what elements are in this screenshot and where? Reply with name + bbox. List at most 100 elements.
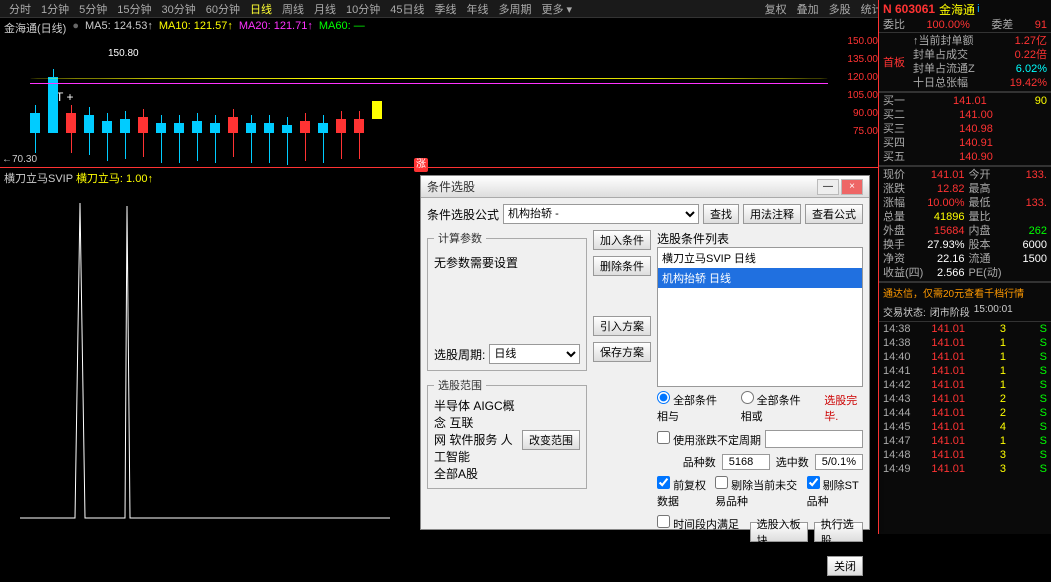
seal-float-val: 6.02% bbox=[1016, 62, 1047, 76]
stock-code[interactable]: N 603061 bbox=[883, 2, 935, 16]
zl-val: 41896 bbox=[924, 210, 965, 224]
zl-lab: 总量 bbox=[883, 210, 924, 224]
tick-flag: S bbox=[1006, 392, 1047, 406]
bid5-price: 140.90 bbox=[959, 150, 993, 164]
tab-day[interactable]: 日线 bbox=[245, 1, 277, 17]
tick-qty: 3 bbox=[965, 322, 1006, 336]
seal-ratio-val: 0.22倍 bbox=[1015, 48, 1047, 62]
execute-button[interactable]: 执行选股 bbox=[814, 522, 863, 542]
status-val: 闭市阶段 bbox=[930, 304, 970, 319]
scope-text: 半导体 AIGC概念 互联 bbox=[434, 397, 518, 431]
tick-time: 14:45 bbox=[883, 420, 924, 434]
view-formula-button[interactable]: 查看公式 bbox=[805, 204, 863, 224]
zhang-icon: 涨 bbox=[414, 158, 428, 172]
condition-select-dialog: 条件选股 — × 条件选股公式 机构抬轿 - 查找 用法注释 查看公式 计算参数… bbox=[420, 175, 870, 530]
tab-quarter[interactable]: 季线 bbox=[430, 1, 462, 17]
tick-time: 14:48 bbox=[883, 448, 924, 462]
to-block-button[interactable]: 选股入板块 bbox=[750, 522, 808, 542]
tab-multi[interactable]: 多周期 bbox=[494, 1, 537, 17]
chk-uncertain-period[interactable]: 使用涨跌不定周期 bbox=[657, 431, 761, 448]
close-button[interactable]: 关闭 bbox=[827, 556, 863, 576]
bid2-price: 141.00 bbox=[959, 108, 993, 122]
chk-timerange[interactable]: 时间段内满足条件 bbox=[657, 515, 746, 548]
indicator-spike bbox=[20, 188, 390, 528]
seal-10d-val: 19.42% bbox=[1010, 76, 1047, 90]
radio-or[interactable]: 全部条件相或 bbox=[741, 391, 809, 424]
tab-60m[interactable]: 60分钟 bbox=[201, 1, 245, 17]
uncertain-input[interactable] bbox=[765, 430, 863, 448]
chk-forward-adjust[interactable]: 前复权数据 bbox=[657, 476, 711, 509]
tab-tick[interactable]: 分时 bbox=[4, 1, 36, 17]
usage-button[interactable]: 用法注释 bbox=[743, 204, 801, 224]
period-select[interactable]: 日线 bbox=[489, 344, 580, 364]
bid1-qty: 90 bbox=[1035, 94, 1047, 108]
bid3-price: 140.98 bbox=[959, 122, 993, 136]
import-plan-button[interactable]: 引入方案 bbox=[593, 316, 651, 336]
chk-remove-st[interactable]: 剔除ST品种 bbox=[807, 476, 863, 509]
scope-fieldset: 选股范围 半导体 AIGC概念 互联 网 软件服务 人工智能 全部A股 改变范围 bbox=[427, 377, 587, 489]
condition-item[interactable]: 横刀立马SVIP 日线 bbox=[658, 248, 862, 268]
period-label: 选股周期: bbox=[434, 346, 485, 363]
bid2-lab: 买二 bbox=[883, 108, 905, 122]
tick-qty: 3 bbox=[965, 462, 1006, 476]
jk-lab: 今开 bbox=[965, 168, 1007, 182]
tab-month[interactable]: 月线 bbox=[309, 1, 341, 17]
tick-price: 141.01 bbox=[924, 364, 965, 378]
window-minimize-icon[interactable]: — bbox=[817, 179, 839, 195]
tick-qty: 3 bbox=[965, 448, 1006, 462]
condition-item-selected[interactable]: 机构抬轿 日线 bbox=[658, 268, 862, 288]
chk-remove-nontrade[interactable]: 剔除当前未交易品种 bbox=[715, 476, 803, 509]
zd-val: 12.82 bbox=[924, 182, 965, 196]
add-condition-button[interactable]: 加入条件 bbox=[593, 230, 651, 250]
formula-select[interactable]: 机构抬轿 - bbox=[503, 204, 699, 224]
dialog-titlebar[interactable]: 条件选股 — × bbox=[421, 176, 869, 198]
zd2-val: 133. bbox=[1006, 196, 1047, 210]
info-icon[interactable]: i bbox=[977, 3, 979, 15]
ma-curve-2 bbox=[30, 83, 828, 85]
condition-list[interactable]: 横刀立马SVIP 日线 机构抬轿 日线 bbox=[657, 247, 863, 387]
tab-30m[interactable]: 30分钟 bbox=[157, 1, 201, 17]
tab-week[interactable]: 周线 bbox=[277, 1, 309, 17]
hengdao-label: 横刀立马: 1.00↑ bbox=[76, 173, 153, 185]
promo-msg[interactable]: 通达信，仅需20元查看千档行情 bbox=[879, 282, 1051, 302]
tick-price: 141.01 bbox=[924, 462, 965, 476]
tab-10m[interactable]: 10分钟 bbox=[341, 1, 385, 17]
tab-1m[interactable]: 1分钟 bbox=[36, 1, 74, 17]
tick-price: 141.01 bbox=[924, 322, 965, 336]
params-legend: 计算参数 bbox=[434, 230, 486, 246]
xj-val: 141.01 bbox=[924, 168, 965, 182]
radio-and[interactable]: 全部条件相与 bbox=[657, 391, 725, 424]
stock-name[interactable]: 金海通 bbox=[939, 1, 975, 18]
tab-45d[interactable]: 45日线 bbox=[385, 1, 429, 17]
tick-price: 141.01 bbox=[924, 434, 965, 448]
tab-year[interactable]: 年线 bbox=[462, 1, 494, 17]
delete-condition-button[interactable]: 删除条件 bbox=[593, 256, 651, 276]
tab-5m[interactable]: 5分钟 bbox=[74, 1, 112, 17]
tab-15m[interactable]: 15分钟 bbox=[112, 1, 156, 17]
selection-done-text: 选股完毕. bbox=[824, 392, 863, 424]
bid1-lab: 买一 bbox=[883, 94, 905, 108]
save-plan-button[interactable]: 保存方案 bbox=[593, 342, 651, 362]
kline-chart[interactable]: 金海通(日线) ● MA5: 124.53↑ MA10: 121.57↑ MA2… bbox=[0, 18, 878, 168]
scope-text: 全部A股 bbox=[434, 465, 518, 482]
scope-text: 网 软件服务 人工智能 bbox=[434, 431, 518, 465]
btn-overlay[interactable]: 叠加 bbox=[792, 1, 824, 17]
pe-lab: PE(动) bbox=[965, 266, 1007, 280]
formula-label: 条件选股公式 bbox=[427, 206, 499, 223]
bid4-price: 140.91 bbox=[959, 136, 993, 150]
bid4-lab: 买四 bbox=[883, 136, 905, 150]
change-scope-button[interactable]: 改变范围 bbox=[522, 430, 580, 450]
tick-price: 141.01 bbox=[924, 406, 965, 420]
btn-fuquan[interactable]: 复权 bbox=[760, 1, 792, 17]
tick-list[interactable]: 14:38141.013S 14:38141.011S 14:40141.011… bbox=[879, 322, 1051, 476]
lt-lab: 流通 bbox=[965, 252, 1007, 266]
tick-time: 14:43 bbox=[883, 392, 924, 406]
btn-multistock[interactable]: 多股 bbox=[824, 1, 856, 17]
find-button[interactable]: 查找 bbox=[703, 204, 739, 224]
status-time: 15:00:01 bbox=[974, 304, 1013, 319]
window-close-icon[interactable]: × bbox=[841, 179, 863, 195]
tick-qty: 1 bbox=[965, 378, 1006, 392]
tab-more[interactable]: 更多 ▾ bbox=[537, 1, 578, 17]
tick-time: 14:40 bbox=[883, 350, 924, 364]
tick-qty: 1 bbox=[965, 434, 1006, 448]
